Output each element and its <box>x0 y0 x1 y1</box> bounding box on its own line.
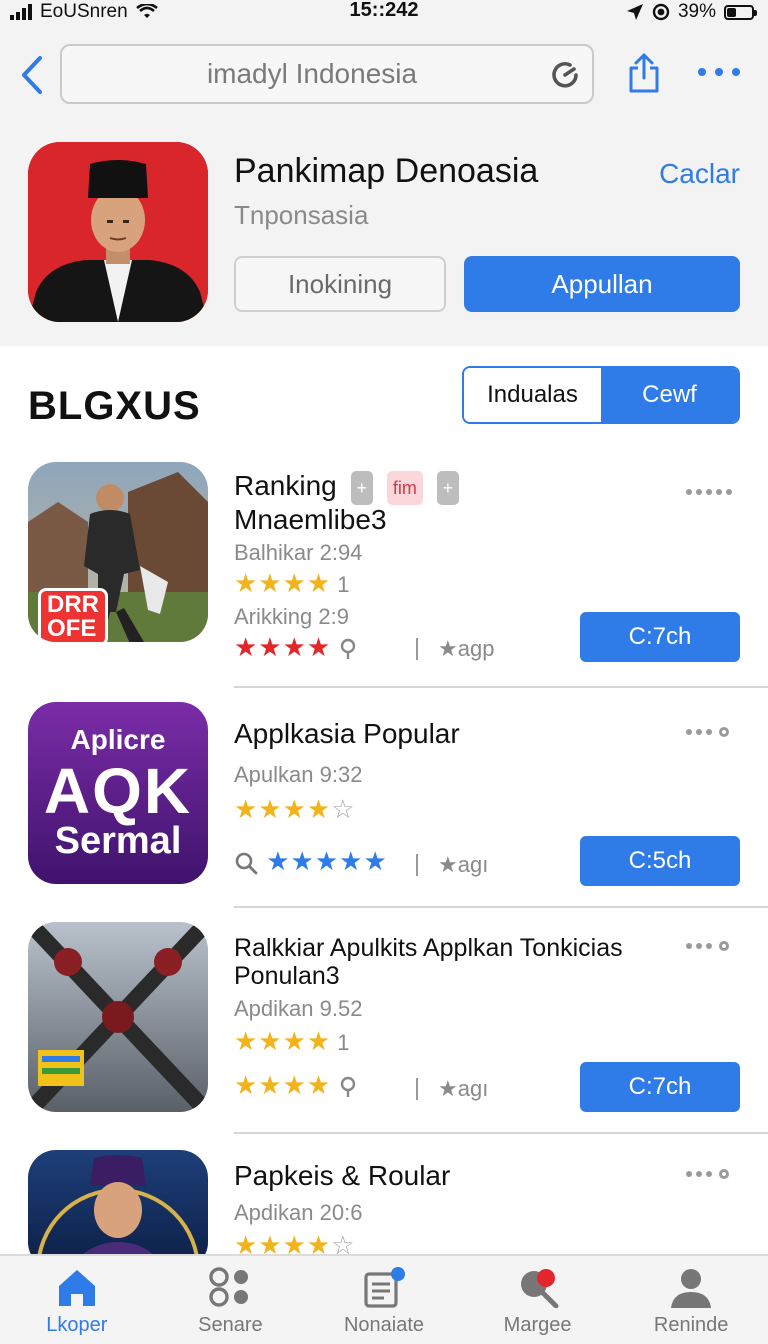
cancel-button[interactable]: Caclar <box>659 158 740 190</box>
battery-level <box>727 7 737 17</box>
app-icon <box>28 922 208 1112</box>
tab-grid[interactable]: Senare <box>154 1256 308 1344</box>
app-icon: DRR OFE <box>28 462 208 642</box>
separator <box>416 854 418 876</box>
get-button[interactable]: C:5ch <box>580 836 740 886</box>
search-icon <box>520 1269 559 1308</box>
segment-second[interactable]: Cewf <box>601 368 738 422</box>
star-rating-secondary: ★★★★ <box>234 1070 357 1101</box>
app-tag: ★agp <box>438 636 495 661</box>
news-icon <box>364 1267 405 1308</box>
more-options-icon[interactable] <box>698 60 740 84</box>
app-meta: Apulkan 9:32 <box>234 762 363 787</box>
item-more-icon[interactable] <box>686 936 740 956</box>
tab-home[interactable]: Lkoper <box>0 1256 154 1344</box>
tab-news[interactable]: Nonaiate <box>307 1256 461 1344</box>
tag-badge: fim <box>386 470 423 505</box>
app-icon: Aplicre AQK Sermal <box>28 702 208 884</box>
app-tag: ★agı <box>438 1076 489 1101</box>
hero-subtitle: Tnponsasia <box>234 200 369 230</box>
app-tag: ★agı <box>438 852 489 877</box>
icon-badge: DRR OFE <box>38 588 108 642</box>
focus-icon <box>652 3 670 21</box>
star-rating: ★★★★☆ <box>234 794 356 824</box>
person-icon <box>671 1269 712 1308</box>
list-item[interactable]: Aplicre AQK Sermal Applkasia Popular Apu… <box>0 702 768 922</box>
empty-star-icon: ☆ <box>331 794 356 824</box>
primary-action-button[interactable]: Appullan <box>464 256 740 312</box>
plus-badge: + <box>350 470 374 505</box>
app-meta-secondary: Arikking 2:9 <box>234 604 349 629</box>
grid-icon <box>209 1267 249 1307</box>
app-meta: Apdikan 9.52 <box>234 996 363 1021</box>
item-more-icon[interactable] <box>686 722 740 742</box>
segment-first[interactable]: Indualas <box>464 368 601 422</box>
get-button[interactable]: C:7ch <box>580 612 740 662</box>
item-more-icon[interactable] <box>686 1164 740 1184</box>
location-pin-icon <box>341 638 356 660</box>
empty-star-icon: ☆ <box>331 1230 356 1254</box>
status-bar: EoUSnren 15::242 39% <box>0 0 768 24</box>
hero-title: Pankimap Denoasia <box>234 152 539 190</box>
item-more-icon[interactable] <box>686 482 740 502</box>
star-rating-secondary: ★★★★★ <box>234 846 388 877</box>
reload-icon[interactable] <box>548 58 582 92</box>
app-title: Ranking + fim + <box>234 470 460 505</box>
app-meta: Balhikar 2:94 <box>234 540 363 565</box>
list-divider <box>234 1132 768 1134</box>
search-input[interactable] <box>82 46 542 102</box>
list-item[interactable]: Papkeis & Roular Apdikan 20:6 ★★★★☆ <box>0 1150 768 1254</box>
section-title: BLGXUS <box>28 384 201 428</box>
header-area: Pankimap Denoasia Tnponsasia Caclar Inok… <box>0 24 768 346</box>
star-rating: ★★★★ 1 <box>234 1026 351 1056</box>
app-meta: Apdikan 20:6 <box>234 1200 363 1225</box>
tab-search[interactable]: Margee <box>461 1256 615 1344</box>
portrait-illustration-icon <box>37 1155 199 1254</box>
segmented-control: Indualas Cewf <box>462 366 740 424</box>
app-title: Applkasia Popular <box>234 718 460 749</box>
star-rating: ★★★★ 1 <box>234 568 351 598</box>
gear-icon <box>719 727 729 737</box>
back-chevron-icon[interactable] <box>14 52 50 98</box>
app-title: Papkeis & Roular <box>234 1160 451 1191</box>
location-pin-icon <box>341 1076 356 1098</box>
app-title-line2: Ponulan3 <box>234 962 340 990</box>
location-arrow-icon <box>626 4 643 20</box>
secondary-action-button[interactable]: Inokining <box>234 256 446 312</box>
list-item[interactable]: Ralkkiar Apulkits Applkan Tonkicias Ponu… <box>0 922 768 1142</box>
share-icon[interactable] <box>626 52 662 94</box>
star-rating-secondary: ★★★★ <box>234 632 357 663</box>
list-divider <box>234 906 768 908</box>
portrait-illustration-icon <box>28 142 208 322</box>
separator <box>416 1078 418 1100</box>
list-divider <box>234 686 768 688</box>
separator <box>416 638 418 660</box>
list-item[interactable]: DRR OFE Ranking + fim + Mnaemlibe3 Balhi… <box>0 462 768 692</box>
battery-icon <box>724 4 757 20</box>
battery-percent: 39% <box>677 1 716 22</box>
app-icon <box>28 1150 208 1254</box>
tab-bar: Lkoper Senare Nonaiate Margee Reninde <box>0 1254 768 1344</box>
hero-app-icon <box>28 142 208 322</box>
home-icon <box>58 1270 95 1306</box>
gear-icon <box>719 1169 729 1179</box>
crossed-swords-icon <box>30 924 206 1110</box>
magnifier-icon <box>235 852 258 875</box>
app-title-line2: Mnaemlibe3 <box>234 504 387 535</box>
get-button[interactable]: C:7ch <box>580 1062 740 1112</box>
gear-icon <box>719 941 729 951</box>
search-box[interactable] <box>60 44 594 104</box>
status-right: 39% <box>626 0 757 24</box>
star-rating: ★★★★☆ <box>234 1230 356 1254</box>
plus-badge: + <box>436 470 460 505</box>
tab-profile[interactable]: Reninde <box>614 1256 768 1344</box>
